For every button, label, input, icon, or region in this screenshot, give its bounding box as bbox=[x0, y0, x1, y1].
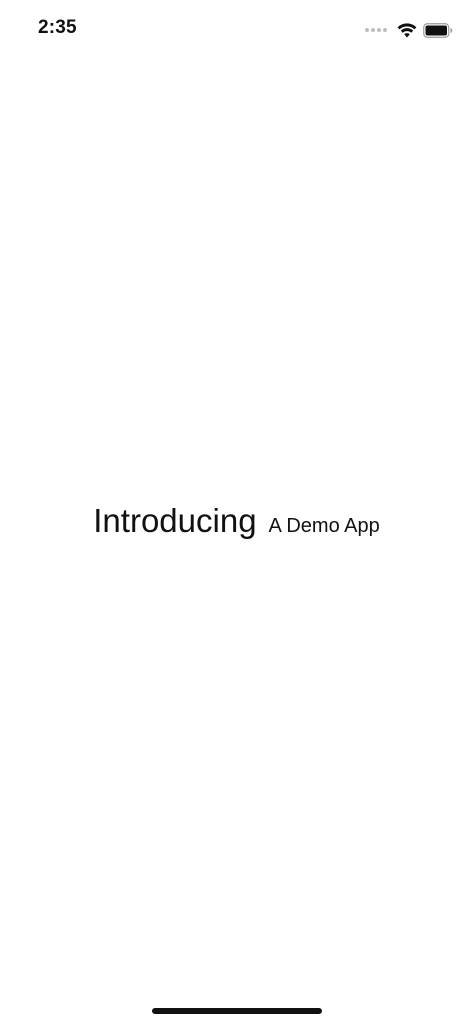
status-time: 2:35 bbox=[38, 17, 77, 38]
app-name-subtitle: A Demo App bbox=[268, 515, 380, 537]
status-bar: 2:35 bbox=[0, 0, 473, 60]
status-icons bbox=[365, 20, 453, 40]
wifi-icon bbox=[397, 22, 417, 38]
battery-icon bbox=[423, 22, 453, 38]
home-indicator[interactable] bbox=[152, 1008, 322, 1014]
intro-heading: Introducing A Demo App bbox=[0, 502, 473, 540]
cellular-signal-icon bbox=[365, 28, 387, 32]
intro-title: Introducing bbox=[93, 502, 257, 539]
